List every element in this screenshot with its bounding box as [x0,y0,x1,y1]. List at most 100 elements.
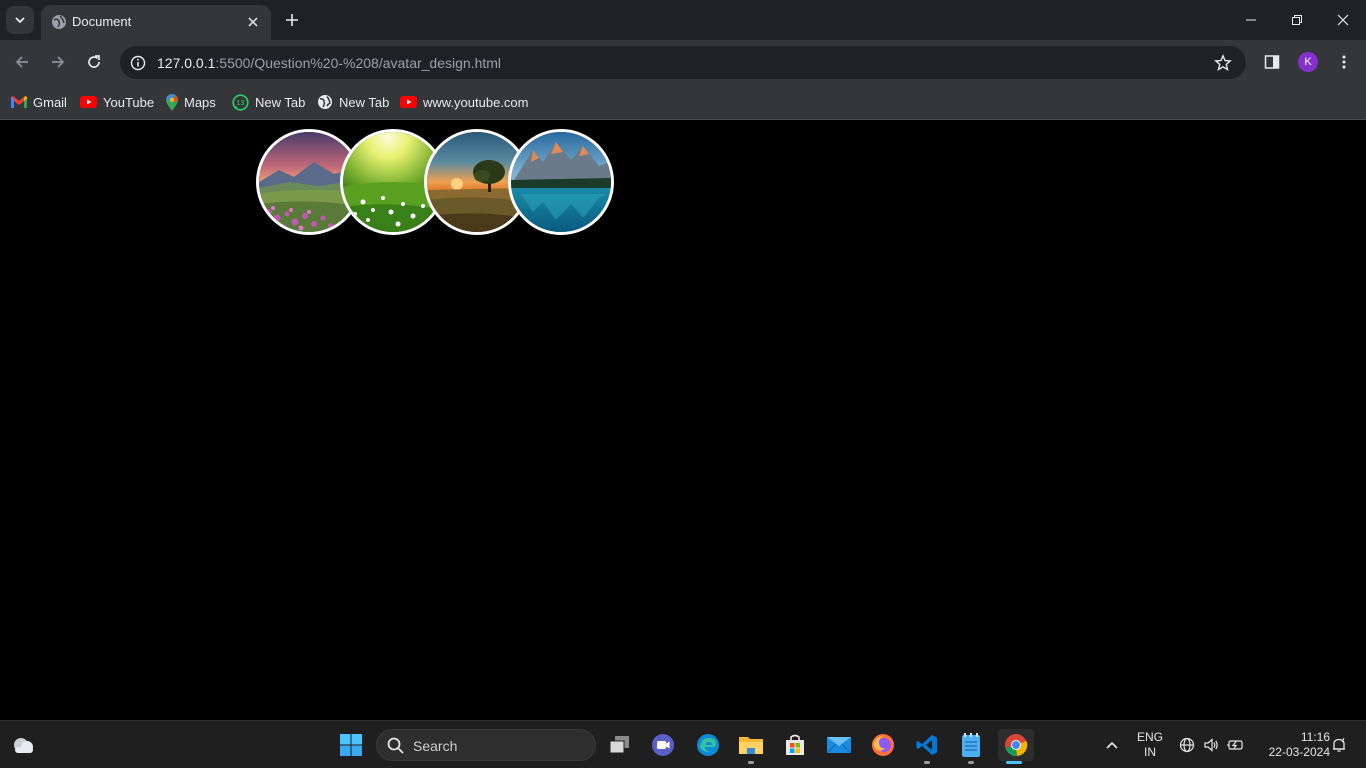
microsoft-store-button[interactable] [779,729,811,761]
notepad-icon [962,733,980,757]
firefox-icon [872,734,894,756]
bookmark-label: New Tab [255,94,306,110]
running-indicator [968,761,974,764]
mail-icon [826,737,852,754]
edge-browser-button[interactable] [692,729,724,761]
taskbar-search[interactable]: Search [376,729,596,761]
bookmark-new-tab-whatsapp[interactable]: 13 New Tab [232,91,305,113]
speaker-icon [1204,738,1218,752]
forward-button[interactable] [43,47,73,77]
bookmark-label: Gmail [33,94,67,110]
meet-chat-button[interactable] [647,729,679,761]
running-indicator [748,761,754,764]
language-indicator[interactable]: ENG IN [1134,730,1166,760]
weather-widget[interactable] [7,729,39,761]
site-info-button[interactable] [128,53,148,73]
search-placeholder: Search [413,738,458,754]
chrome-icon [1005,734,1028,757]
network-globe-icon [1179,737,1195,753]
battery-button[interactable] [1223,729,1247,761]
side-panel-icon [1264,55,1280,69]
weather-cloud-icon [14,738,33,753]
gmail-icon [11,96,27,108]
active-indicator [1006,761,1022,764]
battery-charging-icon [1227,740,1243,750]
restore-button[interactable] [1274,0,1320,40]
bookmark-youtube-com[interactable]: www.youtube.com [400,91,529,113]
globe-icon [318,95,332,109]
notifications-button[interactable] [1329,729,1349,761]
start-button[interactable] [335,729,367,761]
address-bar[interactable]: 127.0.0.1:5500/Question%20-%208/avatar_d… [120,46,1246,79]
chevron-down-icon [15,17,25,24]
task-view-icon [609,736,629,754]
volume-button[interactable] [1199,729,1223,761]
clock-date: 22-03-2024 [1268,745,1330,759]
vscode-icon [916,735,937,755]
url-path: :5500/Question%20-%208/avatar_design.htm… [215,55,502,71]
mountain-lake-image [511,132,611,232]
windows-logo-icon [340,734,362,756]
bookmarks-bar: Gmail YouTube Maps 13 New Tab New Tab ww… [0,85,1366,120]
store-icon [786,734,804,755]
arrow-right-icon [52,56,65,68]
page-viewport [0,121,1366,720]
bookmark-maps[interactable]: Maps [166,91,216,113]
bookmark-label: Maps [184,94,216,110]
file-explorer-button[interactable] [735,729,767,764]
restore-icon [1292,15,1302,25]
edge-icon [697,734,719,756]
task-view-button[interactable] [604,729,636,761]
network-button[interactable] [1175,729,1199,761]
bookmark-gmail[interactable]: Gmail [11,91,67,113]
tab-title: Document [72,14,132,29]
youtube-icon [80,96,97,108]
firefox-button[interactable] [867,729,899,761]
back-button[interactable] [7,47,37,77]
new-tab-button[interactable] [280,8,304,32]
url-text: 127.0.0.1:5500/Question%20-%208/avatar_d… [157,55,501,71]
globe-icon [52,15,66,29]
reload-button[interactable] [79,47,109,77]
tab-search-button[interactable] [6,6,34,34]
mail-button[interactable] [823,729,855,761]
minimize-button[interactable] [1228,0,1274,40]
language-code: ENG [1136,730,1163,744]
browser-toolbar: 127.0.0.1:5500/Question%20-%208/avatar_d… [0,40,1366,85]
profile-button[interactable]: K [1296,50,1320,74]
search-icon [387,737,404,754]
tab-strip: Document [0,0,1366,40]
whatsapp-icon: 13 [232,93,249,111]
bookmark-youtube[interactable]: YouTube [80,91,154,113]
notepad-button[interactable] [955,729,987,764]
mountain-lake-avatar[interactable] [508,129,614,235]
bookmark-new-tab[interactable]: New Tab [317,91,389,113]
info-icon [130,55,146,71]
running-indicator [924,761,930,764]
active-tab[interactable]: Document [41,5,271,40]
side-panel-button[interactable] [1260,50,1284,74]
video-chat-icon [652,734,674,756]
notification-bell-icon [1333,737,1345,752]
clock[interactable]: 11:16 22-03-2024 [1254,730,1330,760]
show-hidden-icons-button[interactable] [1096,729,1128,761]
folder-icon [739,737,763,754]
more-vertical-icon [1342,55,1346,69]
avatar: K [1298,52,1318,72]
reload-icon [88,55,100,68]
clock-time: 11:16 [1300,730,1330,744]
menu-button[interactable] [1332,50,1356,74]
bookmark-label: YouTube [103,94,155,110]
bookmark-star-button[interactable] [1212,52,1234,74]
tab-close-button[interactable] [243,12,263,32]
maps-icon [166,93,178,111]
close-window-button[interactable] [1320,0,1366,40]
plus-icon [286,14,298,26]
minimize-icon [1246,19,1256,21]
url-host: 127.0.0.1 [157,55,216,71]
youtube-icon [400,96,417,108]
vscode-button[interactable] [911,729,943,764]
star-icon [1214,54,1232,71]
chrome-button[interactable] [998,729,1034,764]
arrow-left-icon [15,56,28,68]
